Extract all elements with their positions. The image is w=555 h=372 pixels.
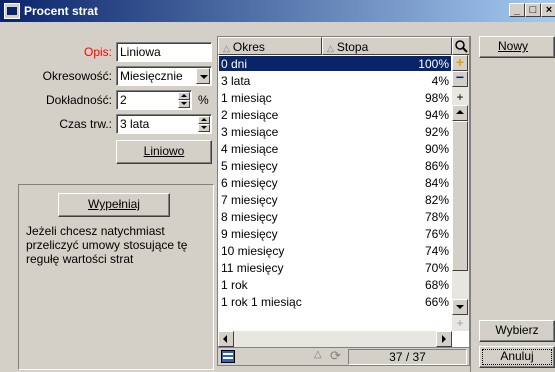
table-row[interactable]: 6 miesięcy 84% [219, 175, 451, 190]
opis-label: Opis: [83, 45, 112, 59]
vertical-scrollbar[interactable]: + − + + [452, 55, 469, 331]
table-row[interactable]: 11 miesięcy 70% [219, 260, 451, 275]
okresowosc-value: Miesięcznie [120, 69, 183, 83]
table-row[interactable]: 8 miesięcy 78% [219, 209, 451, 224]
scroll-thumb[interactable] [452, 121, 468, 271]
close-button[interactable]: × [541, 3, 555, 17]
wypelniaj-button[interactable]: Wypełniaj [58, 193, 170, 217]
czas-stepper[interactable]: 3 lata [116, 114, 212, 134]
liniowo-button[interactable]: Liniowo [116, 140, 212, 164]
fill-description: Jeżeli chcesz natychmiast przeliczyć umo… [26, 224, 188, 266]
table-row[interactable]: 7 miesięcy 82% [219, 192, 451, 207]
anuluj-button[interactable]: Anuluj [479, 346, 555, 368]
wypelniaj-label: Wypełniaj [88, 197, 140, 211]
percent-unit: % [198, 93, 209, 107]
scroll-down-icon[interactable] [452, 299, 468, 315]
okresowosc-select[interactable]: Miesięcznie [116, 66, 212, 86]
record-counter: 37 / 37 [348, 349, 467, 365]
table-icon[interactable] [221, 350, 235, 363]
scroll-left-icon[interactable] [218, 331, 234, 347]
maximize-button[interactable]: □ [525, 3, 541, 17]
table-row[interactable]: 3 lata 4% [219, 73, 451, 88]
wybierz-button[interactable]: Wybierz [479, 320, 555, 342]
remove-row-icon[interactable]: − [452, 70, 468, 87]
horizontal-scrollbar[interactable] [218, 331, 452, 347]
table-row[interactable]: 1 rok 1 miesiąc 66% [219, 294, 451, 309]
spin-buttons[interactable] [198, 116, 210, 132]
scroll-right-icon[interactable] [436, 331, 452, 347]
refresh-icon[interactable]: ⟳ [330, 348, 341, 364]
search-icon[interactable] [452, 37, 469, 55]
table-row[interactable]: 3 miesiące 92% [219, 124, 451, 139]
chevron-down-icon[interactable] [196, 68, 210, 84]
liniowo-label: Liniowo [143, 144, 185, 158]
table-row[interactable]: 1 miesiąc 98% [219, 90, 451, 105]
wybierz-label: Wybierz [495, 323, 539, 337]
czas-label: Czas trw.: [59, 117, 112, 131]
minimize-button[interactable]: _ [509, 3, 525, 17]
add-icon[interactable]: + [452, 91, 468, 103]
sort-icon[interactable]: △ [314, 349, 322, 360]
grid-footer: △ ⟳ 37 / 37 [218, 347, 469, 365]
table-row[interactable]: 2 miesiące 94% [219, 107, 451, 122]
dokladnosc-stepper[interactable]: 2 [116, 90, 192, 110]
scroll-up-icon[interactable] [452, 105, 468, 121]
table-row[interactable]: 0 dni 100% [219, 56, 451, 71]
title-bar: Procent strat _ □ × [0, 0, 555, 22]
table-row[interactable]: 4 miesiące 90% [219, 141, 451, 156]
loss-rate-table: △ Okres △ Stopa 0 dni 100% 3 lata 4% 1 miesi… [217, 36, 470, 366]
table-row[interactable]: 9 miesięcy 76% [219, 226, 451, 241]
app-icon [4, 3, 20, 19]
czas-value: 3 lata [120, 117, 150, 131]
dokladnosc-label: Dokładność: [45, 93, 112, 107]
dokladnosc-value: 2 [120, 93, 127, 107]
nowy-button[interactable]: Nowy [479, 36, 555, 58]
table-row[interactable]: 5 miesięcy 86% [219, 158, 451, 173]
okresowosc-label: Okresowość: [42, 69, 112, 83]
column-header-okres[interactable]: △ Okres [218, 37, 322, 55]
window-title: Procent strat [24, 4, 99, 18]
add-disabled-icon: + [456, 316, 464, 330]
table-row[interactable]: 10 miesięcy 74% [219, 243, 451, 258]
opis-field[interactable]: Liniowa [116, 42, 212, 62]
column-header-stopa[interactable]: △ Stopa [322, 37, 452, 55]
nowy-label: Nowy [498, 39, 529, 53]
spin-buttons[interactable] [178, 92, 190, 108]
table-row[interactable]: 1 rok 68% [219, 277, 451, 292]
anuluj-label: Anuluj [500, 349, 534, 363]
